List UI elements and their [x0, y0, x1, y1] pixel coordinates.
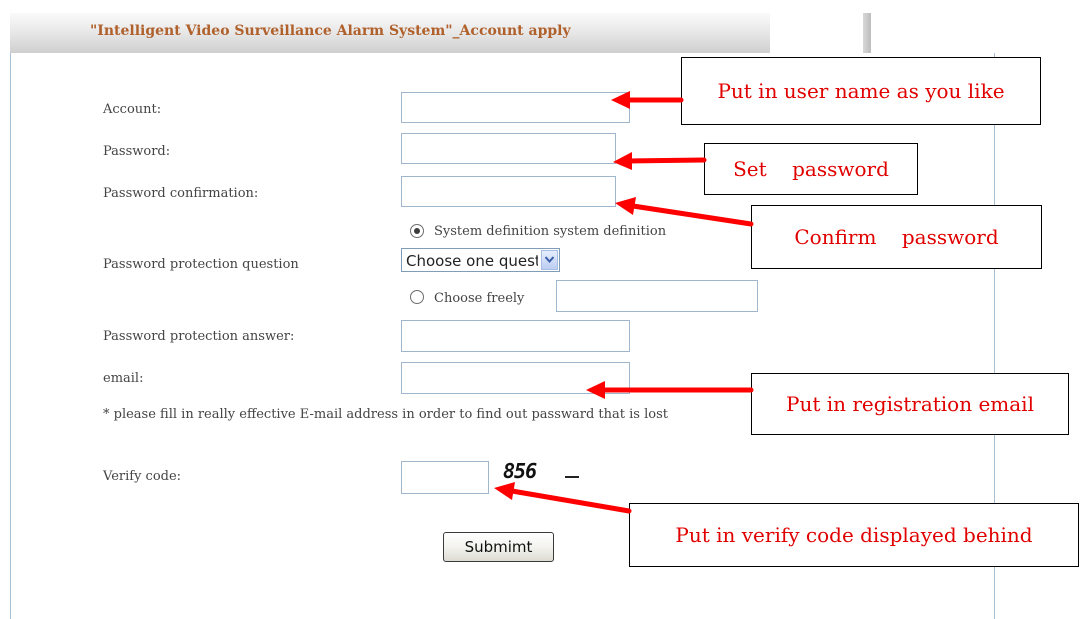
submit-button[interactable]: Submimt [443, 532, 554, 562]
account-label: Account: [103, 102, 162, 117]
free-question-input[interactable] [556, 280, 758, 312]
question-select[interactable]: Choose one questic [401, 248, 560, 272]
system-question-radio[interactable] [410, 224, 424, 238]
question-select-value: Choose one questic [406, 252, 538, 270]
answer-input[interactable] [401, 320, 630, 352]
answer-label: Password protection answer: [103, 329, 295, 344]
email-label: email: [103, 371, 144, 386]
arrow-to-confirm-icon [615, 197, 754, 227]
password-confirm-label: Password confirmation: [103, 186, 259, 201]
password-input[interactable] [401, 133, 616, 164]
arrow-to-password-icon [613, 152, 707, 170]
verify-code-input[interactable] [401, 461, 489, 494]
free-question-radio[interactable] [410, 290, 424, 304]
callout-verify: Put in verify code displayed behind [629, 503, 1079, 567]
free-question-radio-label: Choose freely [434, 291, 525, 306]
chevron-down-icon[interactable] [541, 250, 558, 270]
system-question-radio-label: System definition system definition [434, 224, 667, 239]
password-confirm-input[interactable] [401, 176, 616, 207]
callout-email: Put in registration email [751, 373, 1069, 435]
banner-gap [770, 13, 863, 53]
verify-code-label: Verify code: [103, 469, 182, 484]
callout-account: Put in user name as you like [681, 57, 1041, 125]
banner-end-tab [863, 13, 871, 53]
page-title: "Intelligent Video Surveillance Alarm Sy… [90, 23, 571, 39]
captcha-underscore [565, 476, 579, 478]
email-note: * please fill in really effective E-mail… [103, 407, 668, 422]
title-banner: "Intelligent Video Surveillance Alarm Sy… [10, 13, 770, 53]
password-label: Password: [103, 144, 171, 159]
callout-password: Set password [704, 143, 918, 195]
panel-left-border [10, 53, 11, 619]
arrow-to-verify-icon [494, 482, 632, 514]
question-label: Password protection question [103, 257, 299, 272]
email-input[interactable] [401, 362, 630, 394]
captcha-image: 856 [503, 459, 537, 483]
callout-confirm: Confirm password [751, 205, 1042, 269]
account-input[interactable] [401, 92, 630, 123]
